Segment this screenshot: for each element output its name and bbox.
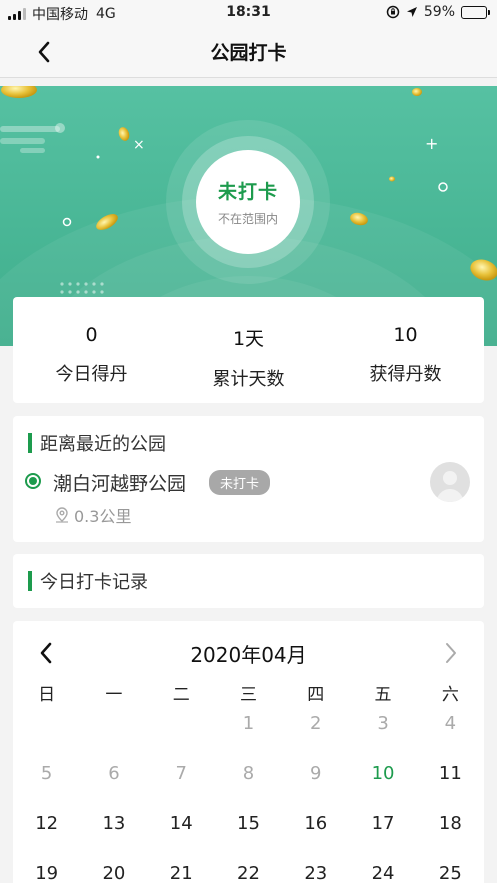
location-pin-icon <box>56 507 68 523</box>
weekday-label: 二 <box>172 685 190 705</box>
calendar: 2020年04月 日 一 二 三 四 五 六 1 2 3 4 5 6 7 8 9 10 11 12 13… <box>13 621 484 883</box>
park-name[interactable]: 潮白河越野公园 <box>53 469 186 496</box>
calendar-day[interactable]: 24 <box>349 862 416 883</box>
rotation-lock-icon <box>386 5 400 19</box>
calendar-day[interactable]: 22 <box>215 862 282 883</box>
nearest-park-card: 距离最近的公园 潮白河越野公园 未打卡 0.3公里 <box>13 416 484 542</box>
status-bar: 中国移动 4G 18:31 59% <box>0 0 497 26</box>
calendar-day[interactable]: 25 <box>417 862 484 883</box>
section-accent-bar <box>28 571 32 591</box>
page-title: 公园打卡 <box>210 42 287 64</box>
calendar-next-month-button[interactable] <box>438 639 464 667</box>
section-title-nearest-park: 距离最近的公园 <box>28 430 166 456</box>
calendar-day[interactable]: 9 <box>282 762 349 812</box>
calendar-day <box>13 712 80 762</box>
today-record-card: 今日打卡记录 <box>13 554 484 608</box>
battery-icon <box>461 5 490 19</box>
calendar-day[interactable]: 16 <box>282 812 349 862</box>
weekday-label: 日 <box>38 685 56 705</box>
calendar-day[interactable]: 18 <box>417 812 484 862</box>
stat-value: 1天 <box>232 328 265 350</box>
battery-percent: 59% <box>423 4 455 20</box>
calendar-month-label: 2020年04月 <box>190 643 307 667</box>
calendar-day[interactable]: 3 <box>349 712 416 762</box>
stats-card: 0 今日得丹 1天 累计天数 10 获得丹数 <box>13 297 484 403</box>
calendar-day[interactable]: 15 <box>215 812 282 862</box>
status-right: 59% <box>386 4 490 20</box>
stat-value: 0 <box>85 324 98 346</box>
svg-text:×: × <box>133 137 145 153</box>
stat-earned-points: 10 获得丹数 <box>327 297 484 403</box>
calendar-day[interactable]: 23 <box>282 862 349 883</box>
stat-label: 累计天数 <box>212 369 285 390</box>
calendar-day[interactable]: 12 <box>13 812 80 862</box>
user-silhouette-icon <box>436 471 464 502</box>
calendar-week-row: 19 20 21 22 23 24 25 <box>13 862 484 883</box>
location-arrow-icon <box>406 7 417 17</box>
stat-label: 获得丹数 <box>369 364 442 385</box>
stat-label: 今日得丹 <box>55 364 128 385</box>
nav-bar: 公园打卡 <box>0 26 497 78</box>
park-select-radio[interactable] <box>25 473 41 489</box>
park-distance-text: 0.3公里 <box>74 507 132 526</box>
stat-today-points: 0 今日得丹 <box>13 297 170 403</box>
calendar-week-row: 12 13 14 15 16 17 18 <box>13 812 484 862</box>
calendar-day-grid: 1 2 3 4 5 6 7 8 9 10 11 12 13 14 15 16 17 18 19 20 21 22 23 24 2… <box>13 712 484 883</box>
calendar-day[interactable]: 20 <box>80 862 147 883</box>
svg-text:+: + <box>425 134 438 153</box>
weekday-label: 一 <box>105 685 123 705</box>
calendar-day[interactable]: 17 <box>349 812 416 862</box>
calendar-week-row: 5 6 7 8 9 10 11 <box>13 762 484 812</box>
weekday-label: 四 <box>307 685 325 705</box>
checkin-button[interactable]: 未打卡 不在范围内 <box>196 150 300 254</box>
calendar-day[interactable]: 13 <box>80 812 147 862</box>
stat-value: 10 <box>393 324 418 346</box>
chevron-right-icon <box>446 643 456 663</box>
weekday-label: 三 <box>239 685 257 705</box>
calendar-day[interactable]: 19 <box>13 862 80 883</box>
calendar-day[interactable]: 11 <box>417 762 484 812</box>
calendar-day[interactable]: 2 <box>282 712 349 762</box>
avatar[interactable] <box>430 462 470 502</box>
calendar-day[interactable]: 14 <box>148 812 215 862</box>
calendar-day[interactable]: 4 <box>417 712 484 762</box>
calendar-day-today[interactable]: 10 <box>349 762 416 812</box>
weekday-label: 六 <box>441 685 459 705</box>
section-title-today-record: 今日打卡记录 <box>28 568 148 594</box>
calendar-day[interactable]: 6 <box>80 762 147 812</box>
calendar-day[interactable]: 5 <box>13 762 80 812</box>
section-title-text: 今日打卡记录 <box>40 572 148 593</box>
calendar-week-row: 1234 <box>13 712 484 762</box>
weekday-label: 五 <box>374 685 392 705</box>
checkin-status: 不在范围内 <box>217 212 278 226</box>
calendar-day <box>148 712 215 762</box>
section-accent-bar <box>28 433 32 453</box>
checkin-label: 未打卡 <box>217 181 278 203</box>
section-title-text: 距离最近的公园 <box>40 434 166 455</box>
calendar-day[interactable]: 21 <box>148 862 215 883</box>
park-distance: 0.3公里 <box>53 503 131 527</box>
calendar-day[interactable]: 1 <box>215 712 282 762</box>
park-status-badge: 未打卡 <box>209 470 271 495</box>
calendar-day[interactable]: 8 <box>215 762 282 812</box>
calendar-weekday-header: 日 一 二 三 四 五 六 <box>13 680 484 705</box>
calendar-day[interactable]: 7 <box>148 762 215 812</box>
stat-total-days: 1天 累计天数 <box>170 297 327 403</box>
calendar-day <box>80 712 147 762</box>
